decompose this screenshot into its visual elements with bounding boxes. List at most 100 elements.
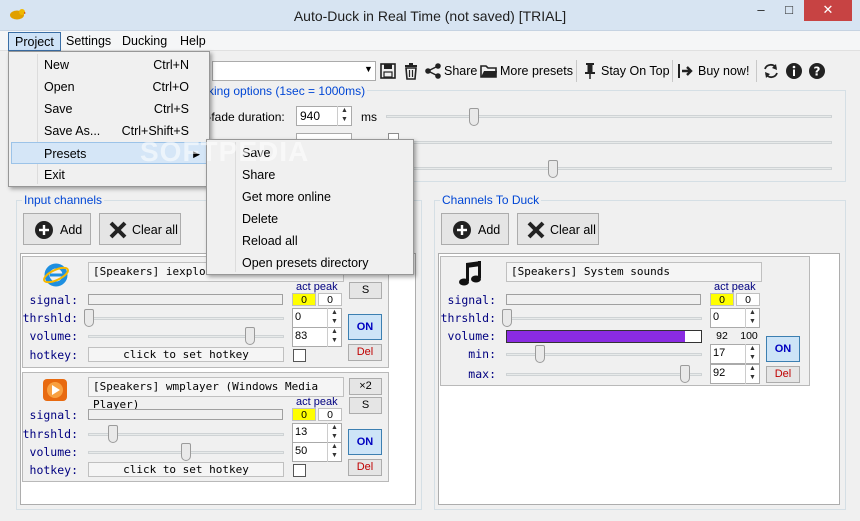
min-slider-thumb[interactable] (535, 345, 545, 363)
minimize-button[interactable]: – (748, 0, 774, 21)
delete-channel-button[interactable]: Del (348, 459, 382, 476)
threshold-slider-track[interactable] (506, 317, 702, 320)
info-icon[interactable] (785, 62, 803, 80)
menu-item-open[interactable]: Open Ctrl+O (11, 76, 207, 98)
share-icon[interactable] (424, 62, 442, 80)
volume-field[interactable]: 83 ▲ ▼ (292, 327, 342, 347)
channel-on-button[interactable]: ON (766, 336, 800, 362)
spinner-arrows-icon[interactable]: ▲ ▼ (745, 364, 759, 384)
hotkey-field[interactable]: click to set hotkey (88, 347, 284, 362)
x-icon (527, 221, 545, 239)
menu-item-label: Presets (44, 147, 87, 161)
trash-icon[interactable] (402, 62, 420, 80)
fade-duration-slider-thumb[interactable] (469, 108, 479, 126)
submenu-item-open-presets-directory[interactable]: Open presets directory (209, 252, 411, 274)
pin-icon[interactable] (581, 62, 599, 80)
signal-label: signal: (29, 408, 78, 422)
menu-settings[interactable]: Settings (60, 32, 117, 51)
volume-meter-fill (507, 331, 685, 342)
input-add-button[interactable]: Add (23, 213, 91, 245)
hotkey-field[interactable]: click to set hotkey (88, 462, 284, 477)
signal-meter (88, 294, 283, 305)
fade-duration-value: 940 (300, 109, 321, 123)
min-field[interactable]: 17 ▲ ▼ (710, 344, 760, 364)
spinner-arrows-icon[interactable]: ▲ ▼ (745, 308, 759, 328)
spinner-arrows-icon[interactable]: ▲ ▼ (327, 423, 341, 443)
max-slider-thumb[interactable] (680, 365, 690, 383)
stay-on-top-button[interactable]: Stay On Top (601, 64, 670, 78)
solo-button[interactable]: S (349, 282, 382, 299)
spinner-arrows-icon[interactable]: ▲ ▼ (327, 327, 341, 347)
threshold-slider-thumb[interactable] (502, 309, 512, 327)
act-value: 0 (292, 408, 316, 421)
fade-out-slider-track[interactable] (386, 167, 832, 170)
threshold-slider-thumb[interactable] (84, 309, 94, 327)
channel-on-button[interactable]: ON (348, 314, 382, 340)
volume-slider-thumb[interactable] (245, 327, 255, 345)
menu-project[interactable]: Project (8, 32, 61, 51)
help-icon[interactable]: ? (808, 62, 826, 80)
threshold-field[interactable]: 0 ▲ ▼ (710, 308, 760, 328)
threshold-value: 0 (713, 311, 720, 323)
menu-ducking[interactable]: Ducking (116, 32, 173, 51)
submenu-item-get-more-online[interactable]: Get more online (209, 186, 411, 208)
act-value: 0 (292, 293, 316, 306)
input-clear-all-button[interactable]: Clear all (99, 213, 181, 245)
volume-label: volume: (447, 329, 496, 343)
min-label: min: (468, 347, 496, 361)
music-note-icon (459, 261, 481, 286)
fade-duration-slider-track[interactable] (386, 115, 832, 118)
max-field[interactable]: 92 ▲ ▼ (710, 364, 760, 384)
spinner-arrows-icon[interactable]: ▲ ▼ (327, 442, 341, 462)
spinner-arrows-icon[interactable]: ▲ ▼ (745, 344, 759, 364)
peak-value: 0 (318, 408, 342, 421)
more-presets-button[interactable]: More presets (500, 64, 573, 78)
arrow-right-icon[interactable] (678, 62, 696, 80)
channel-on-button[interactable]: ON (348, 429, 382, 455)
toolbar-divider (756, 60, 757, 82)
fade-out-slider-thumb[interactable] (548, 160, 558, 178)
threshold-slider-thumb[interactable] (108, 425, 118, 443)
spinner-arrows-icon[interactable]: ▲ ▼ (327, 308, 341, 328)
volume-value: 83 (295, 330, 308, 342)
threshold-field[interactable]: 13 ▲ ▼ (292, 423, 342, 443)
chevron-down-icon[interactable]: ▼ (364, 64, 373, 74)
refresh-icon[interactable] (762, 62, 780, 80)
window-title: Auto-Duck in Real Time (not saved) [TRIA… (293, 8, 567, 24)
media-player-icon (43, 379, 67, 401)
submenu-item-delete[interactable]: Delete (209, 208, 411, 230)
threshold-field[interactable]: 0 ▲ ▼ (292, 308, 342, 328)
close-button[interactable]: ✕ (804, 0, 852, 21)
hotkey-checkbox[interactable] (293, 464, 306, 477)
hold-duration-slider-track[interactable] (386, 141, 832, 144)
fade-duration-field[interactable]: 940 ▲ ▼ (296, 106, 352, 126)
delete-channel-button[interactable]: Del (766, 366, 800, 383)
menu-item-label: New (44, 58, 70, 72)
maximize-button[interactable]: □ (776, 0, 802, 21)
menu-help[interactable]: Help (174, 32, 212, 51)
buy-now-button[interactable]: Buy now! (698, 64, 749, 78)
duck-clear-all-button[interactable]: Clear all (517, 213, 599, 245)
solo-button[interactable]: S (349, 397, 382, 414)
input-add-label: Add (60, 223, 83, 237)
delete-channel-button[interactable]: Del (348, 344, 382, 361)
max-slider-track[interactable] (506, 373, 702, 376)
save-icon[interactable] (379, 62, 397, 80)
toolbar-divider (576, 60, 577, 82)
instance-count-button[interactable]: ×2 (349, 378, 382, 395)
channel-name: [Speakers] wmplayer (Windows Media Playe… (88, 377, 344, 411)
preset-combo[interactable] (212, 61, 376, 81)
threshold-slider-track[interactable] (88, 317, 284, 320)
menu-item-new[interactable]: New Ctrl+N (11, 54, 207, 76)
act-peak-header: act peak (714, 281, 756, 293)
duck-add-button[interactable]: Add (441, 213, 509, 245)
volume-now-value: 92 (710, 330, 734, 343)
share-button[interactable]: Share (444, 64, 477, 78)
hotkey-checkbox[interactable] (293, 349, 306, 362)
submenu-item-reload-all[interactable]: Reload all (209, 230, 411, 252)
folder-icon[interactable] (480, 62, 498, 80)
volume-slider-thumb[interactable] (181, 443, 191, 461)
menu-item-save[interactable]: Save Ctrl+S (11, 98, 207, 120)
volume-field[interactable]: 50 ▲ ▼ (292, 442, 342, 462)
spinner-arrows-icon[interactable]: ▲ ▼ (337, 106, 351, 126)
